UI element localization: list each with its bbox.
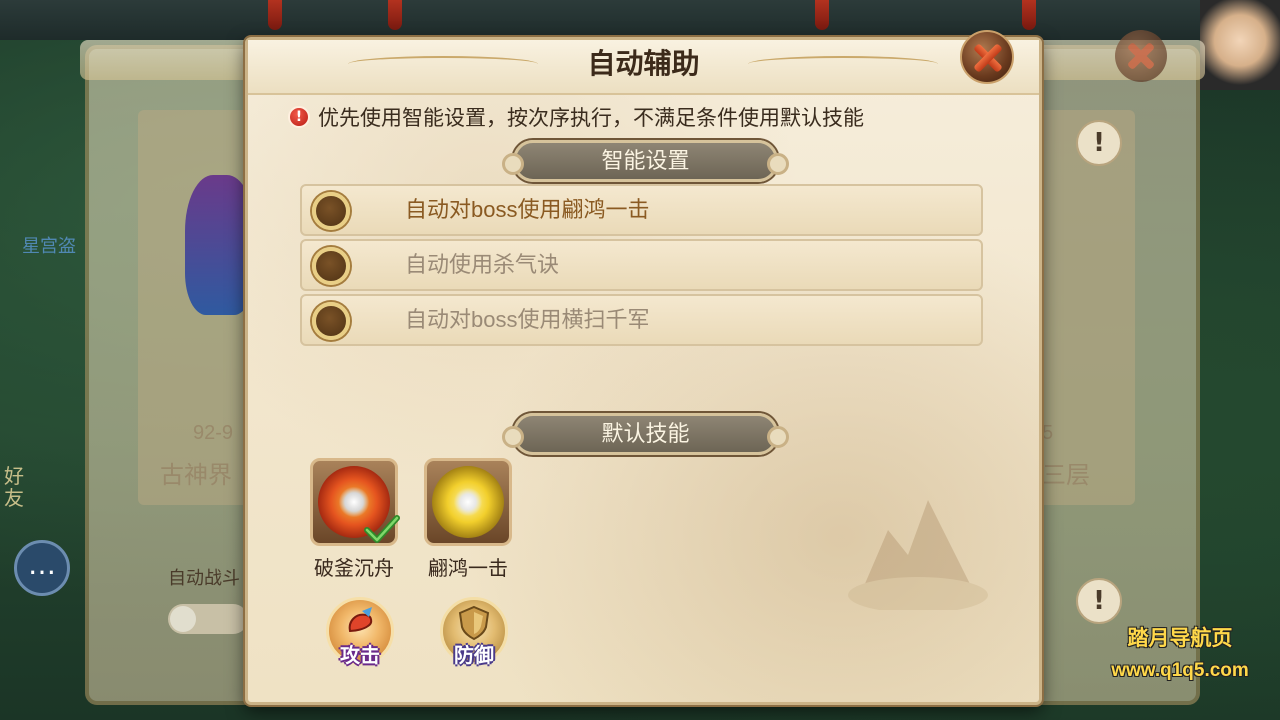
info-icon[interactable]: ! [1076, 120, 1122, 166]
tassel-decoration [388, 0, 402, 30]
dialog-title: 自动辅助 [587, 48, 700, 79]
site-watermark: 踏月导航页 www.q1q5.com [1085, 622, 1275, 682]
option-radio[interactable] [312, 192, 350, 230]
dialog-header: 自动辅助 [248, 40, 1039, 95]
auto-battle-toggle[interactable] [168, 604, 248, 634]
info-icon[interactable]: ! [1076, 578, 1122, 624]
auto-assist-dialog: 自动辅助 ! 优先使用智能设置，按次序执行，不满足条件使用默认技能 智能设置 自… [245, 30, 1042, 705]
background-close-icon[interactable] [1115, 30, 1167, 82]
background-card-name-right: 三层 [1042, 462, 1090, 489]
tassel-decoration [815, 0, 829, 30]
skill-label: 破釜沉舟 [314, 558, 394, 580]
watermark-url: www.q1q5.com [1111, 660, 1249, 681]
player-portrait[interactable] [1200, 0, 1280, 90]
priority-notice: ! 优先使用智能设置，按次序执行，不满足条件使用默认技能 [288, 102, 864, 132]
chat-icon[interactable]: … [14, 540, 70, 596]
skill-fanhong[interactable]: 翩鸿一击 [422, 458, 514, 581]
option-label: 自动对boss使用横扫千军 [405, 307, 650, 332]
skill-pofu[interactable]: 破釜沉舟 [308, 458, 400, 581]
smart-settings-heading: 智能设置 [502, 140, 789, 182]
option-label: 自动使用杀气诀 [405, 252, 560, 277]
friends-tab[interactable]: 好友 [4, 466, 30, 510]
watermark-title: 踏月导航页 [1127, 627, 1233, 650]
tassel-decoration [1022, 0, 1036, 30]
top-strip [0, 0, 1280, 40]
option-label: 自动对boss使用翩鸿一击 [405, 197, 650, 222]
smart-option-shaqi[interactable]: 自动使用杀气诀 [300, 239, 983, 291]
notice-text: 优先使用智能设置，按次序执行，不满足条件使用默认技能 [318, 107, 864, 130]
auto-battle-label: 自动战斗 [168, 568, 240, 588]
defend-label: 防御 [454, 645, 494, 667]
shield-icon [458, 605, 490, 641]
fist-icon [348, 607, 373, 633]
attack-label: 攻击 [340, 645, 380, 667]
alert-icon: ! [288, 106, 310, 128]
defend-button[interactable]: 防御 [434, 595, 514, 675]
mountain-decoration [848, 500, 988, 610]
close-button[interactable] [960, 30, 1014, 84]
attack-button[interactable]: 攻击 [320, 595, 400, 675]
skill-frame [424, 458, 512, 546]
background-card-level: 92-9 [193, 422, 234, 444]
check-icon [364, 515, 400, 543]
soaring-swan-strike-skill-icon [432, 466, 504, 538]
tassel-decoration [268, 0, 282, 30]
default-skills-heading: 默认技能 [502, 413, 789, 455]
skill-label: 翩鸿一击 [428, 558, 508, 580]
smart-option-fanhong[interactable]: 自动对boss使用翩鸿一击 [300, 184, 983, 236]
smart-option-hengsao[interactable]: 自动对boss使用横扫千军 [300, 294, 983, 346]
option-radio[interactable] [312, 302, 350, 340]
background-card-level-right: 5 [1042, 422, 1054, 444]
background-card-name: 古神界 [160, 462, 232, 489]
background-side-label: 星宫盗 [22, 236, 76, 256]
option-radio[interactable] [312, 247, 350, 285]
